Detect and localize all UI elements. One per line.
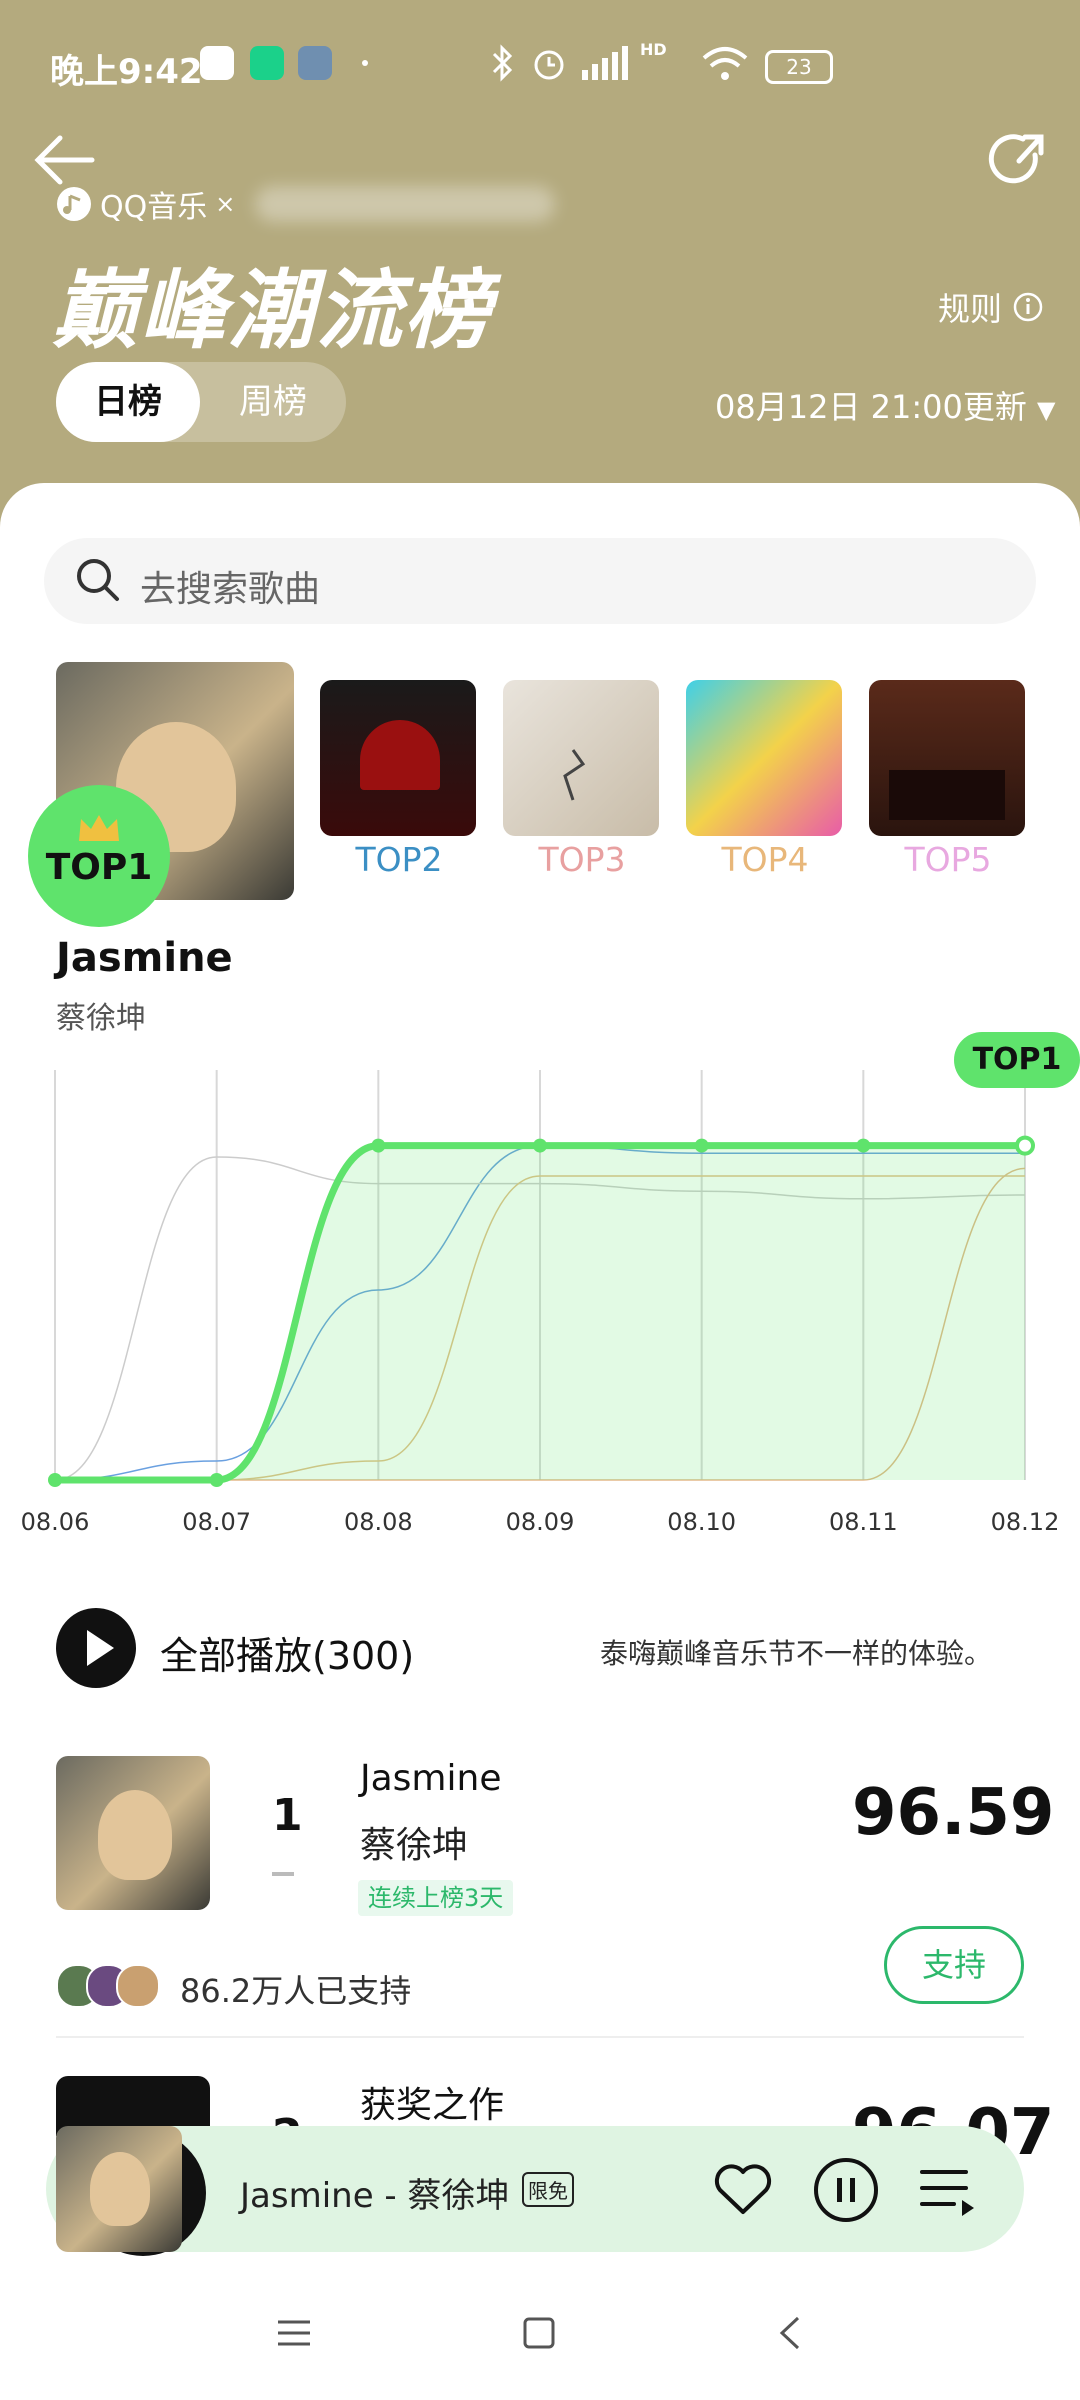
x-tick-label: 08.12: [991, 1508, 1060, 1536]
search-placeholder: 去搜索歌曲: [140, 569, 321, 610]
alarm-icon: [534, 50, 564, 80]
x-tick-label: 08.11: [829, 1508, 898, 1536]
top5-cover-art[interactable]: [869, 680, 1025, 836]
supporters-count: 86.2万人已支持: [180, 1972, 412, 2010]
cover-figure: [98, 1790, 172, 1880]
share-icon[interactable]: [985, 125, 1055, 195]
rules-label: 规则: [938, 290, 1003, 328]
play-all-button[interactable]: [56, 1608, 136, 1688]
page-title: 巅峰潮流榜: [52, 261, 492, 361]
chart-point: [48, 1473, 62, 1487]
row-rank: 1: [272, 1790, 303, 1841]
cover-curtain: [360, 720, 440, 790]
x-tick-label: 08.07: [182, 1508, 251, 1536]
menu-nav-icon[interactable]: [276, 2318, 312, 2348]
update-time-text: 08月12日 21:00更新: [715, 388, 1027, 426]
x-tick-label: 08.06: [21, 1508, 90, 1536]
pause-icon[interactable]: [812, 2156, 880, 2224]
update-time-selector[interactable]: 08月12日 21:00更新 ▼: [715, 382, 1055, 428]
rank-unchanged-icon: [272, 1872, 294, 1876]
top2-cover-art[interactable]: [320, 680, 476, 836]
top3-cover-art[interactable]: [503, 680, 659, 836]
settings-notification-icon: [298, 46, 332, 80]
chart-point: [1015, 1135, 1035, 1156]
chart-point: [533, 1138, 547, 1153]
top2-label: TOP2: [355, 840, 443, 879]
brand-logo: QQ音乐 ×: [56, 182, 556, 226]
tab-weekly[interactable]: 周榜: [200, 362, 346, 442]
row-artist[interactable]: 蔡徐坤: [360, 1816, 468, 1868]
crown-icon: [79, 815, 119, 841]
now-playing-text: Jasmine - 蔡徐坤: [240, 2176, 510, 2216]
row-score: 96.59: [852, 1776, 1055, 1850]
status-time: 晚上9:42: [50, 52, 203, 92]
home-nav-icon[interactable]: [522, 2316, 556, 2350]
playlist-icon[interactable]: [918, 2162, 978, 2218]
shield-notification-icon: [250, 46, 284, 80]
row-divider: [56, 2036, 1024, 2038]
cover-figure: [90, 2152, 150, 2226]
supporter-avatar: [116, 1964, 160, 2008]
ranking-trend-chart: 08.06 08.07 08.08 08.09 08.10 08.11 08.12: [21, 1070, 1060, 1536]
top4-label: TOP4: [721, 840, 809, 879]
x-tick-label: 08.10: [667, 1508, 736, 1536]
support-button[interactable]: 支持: [884, 1926, 1024, 2004]
x-tick-label: 08.09: [506, 1508, 575, 1536]
chart-point: [856, 1138, 871, 1153]
chart-area-fill: [55, 1145, 1025, 1480]
free-limited-badge: 限免: [522, 2172, 574, 2207]
top1-badge: TOP1: [28, 785, 170, 927]
cover-group: [889, 770, 1005, 820]
top5-label: TOP5: [904, 840, 992, 879]
top3-label: TOP3: [538, 840, 626, 879]
status-bar: 晚上9:42 HD 23: [0, 0, 1080, 130]
heart-icon[interactable]: [712, 2162, 774, 2218]
row-title[interactable]: 获奖之作: [360, 2076, 504, 2128]
chart-period-tabs: 日榜 周榜: [56, 362, 346, 442]
top1-badge-label: TOP1: [45, 847, 153, 888]
signal-icon: [582, 46, 628, 80]
streak-badge: 连续上榜3天: [358, 1880, 514, 1916]
chart-slogan: 泰嗨巅峰音乐节不一样的体验。: [600, 1637, 993, 1670]
search-icon: [77, 559, 119, 601]
chart-point: [371, 1138, 386, 1153]
chart-point: [694, 1138, 709, 1153]
tab-daily[interactable]: 日榜: [56, 362, 200, 442]
rules-link[interactable]: 规则: [938, 284, 1044, 330]
app-notification-icon: [200, 46, 234, 80]
back-arrow-icon[interactable]: [30, 130, 100, 190]
info-icon: [1013, 292, 1043, 322]
wifi-icon: [702, 47, 748, 80]
now-playing-cover[interactable]: [56, 2126, 182, 2252]
more-notifications-dot: [362, 60, 368, 66]
broken-heart-graphic: [563, 749, 586, 801]
brand-cross: ×: [215, 190, 236, 218]
chart-point: [209, 1473, 224, 1487]
bluetooth-icon: [492, 44, 513, 82]
song-cover[interactable]: [56, 1756, 210, 1910]
battery-indicator: 23: [765, 50, 833, 84]
qq-music-logo-icon: [57, 187, 91, 221]
back-nav-icon[interactable]: [776, 2314, 804, 2352]
network-type: HD: [640, 40, 667, 59]
play-icon: [87, 1630, 114, 1666]
play-all-label[interactable]: 全部播放(300): [160, 1625, 414, 1680]
row-title[interactable]: Jasmine: [360, 1758, 501, 1799]
brand-name: QQ音乐: [100, 190, 208, 225]
top4-cover-art[interactable]: [686, 680, 842, 836]
chart-top1-bubble: TOP1: [954, 1032, 1080, 1088]
dropdown-triangle-icon: ▼: [1037, 396, 1056, 424]
featured-song-title: Jasmine: [56, 935, 233, 981]
x-tick-label: 08.08: [344, 1508, 413, 1536]
partner-logo-blurred: [255, 186, 556, 222]
